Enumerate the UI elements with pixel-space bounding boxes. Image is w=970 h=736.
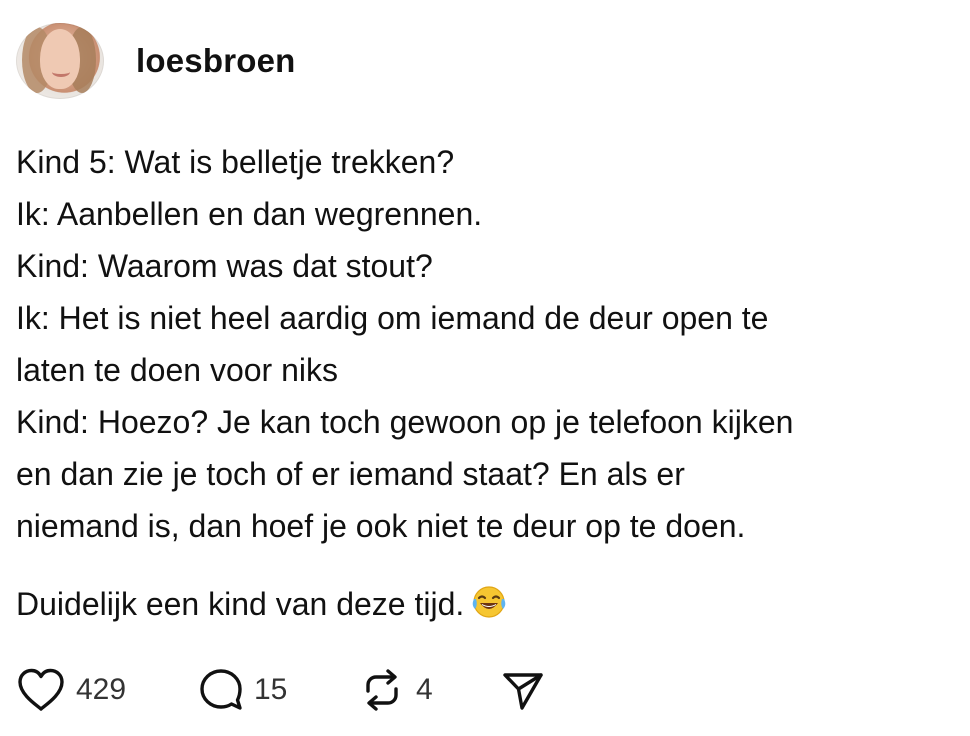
post-closing-line: Duidelijk een kind van deze tijd. xyxy=(16,578,956,630)
tears-of-joy-emoji xyxy=(470,585,508,619)
username[interactable]: loesbroen xyxy=(136,42,296,80)
avatar[interactable] xyxy=(16,23,104,99)
post-line: Ik: Aanbellen en dan wegrennen. xyxy=(16,196,483,232)
post-body: Kind 5: Wat is belletje trekken? Ik: Aan… xyxy=(16,136,956,630)
reply-count: 15 xyxy=(254,673,288,706)
post-actions: 429 15 4 xyxy=(16,662,560,718)
post-header: loesbroen xyxy=(16,22,296,100)
post-line: Kind: Waarom was dat stout? xyxy=(16,248,433,284)
post-line: en dan zie je toch of er iemand staat? E… xyxy=(16,456,685,492)
send-arrow-icon xyxy=(500,667,546,713)
post-line: niemand is, dan hoef je ook niet te deur… xyxy=(16,508,746,544)
reply-button[interactable]: 15 xyxy=(198,667,358,713)
like-button[interactable]: 429 xyxy=(16,667,198,713)
avatar-smile xyxy=(52,67,70,77)
share-button[interactable] xyxy=(500,667,560,713)
repost-button[interactable]: 4 xyxy=(358,667,500,713)
like-count: 429 xyxy=(76,673,127,706)
post-line: Kind: Hoezo? Je kan toch gewoon op je te… xyxy=(16,404,794,440)
post-line: Kind 5: Wat is belletje trekken? xyxy=(16,144,455,180)
avatar-face xyxy=(40,29,80,89)
post-line: Ik: Het is niet heel aardig om iemand de… xyxy=(16,300,769,336)
closing-text: Duidelijk een kind van deze tijd. xyxy=(16,586,465,622)
speech-bubble-icon xyxy=(198,667,244,713)
heart-icon xyxy=(16,667,66,713)
repost-arrows-icon xyxy=(358,667,406,713)
post-line: laten te doen voor niks xyxy=(16,352,338,388)
repost-count: 4 xyxy=(416,673,433,706)
thread-post: loesbroen Kind 5: Wat is belletje trekke… xyxy=(0,0,970,736)
